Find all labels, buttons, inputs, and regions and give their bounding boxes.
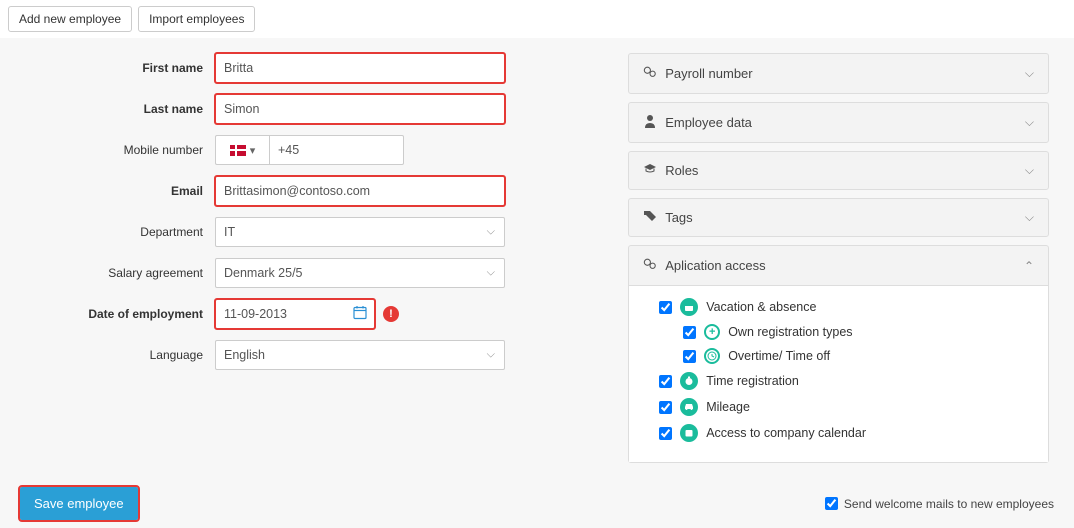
chevron-up-icon: ⌃: [1024, 259, 1034, 273]
panel-access-header[interactable]: Aplication access ⌃: [629, 246, 1048, 285]
calendar-icon[interactable]: [353, 306, 367, 323]
import-employees-button[interactable]: Import employees: [138, 6, 255, 32]
tags-icon: [643, 210, 657, 225]
chevron-down-icon: ⌵: [1025, 210, 1034, 225]
own-reg-checkbox[interactable]: [683, 326, 696, 339]
chevron-down-icon: ⌵: [1025, 115, 1034, 130]
side-panels: Payroll number ⌵ Employee data ⌵ Roles: [628, 53, 1049, 471]
top-toolbar: Add new employee Import employees: [0, 0, 1074, 38]
calendar-round-icon: [680, 298, 698, 316]
salary-label: Salary agreement: [25, 266, 215, 280]
user-icon: [643, 114, 657, 131]
save-employee-button[interactable]: Save employee: [20, 487, 138, 520]
department-label: Department: [25, 225, 215, 239]
panel-roles-label: Roles: [665, 163, 698, 178]
access-item-vacation: Vacation & absence: [659, 298, 1034, 316]
overtime-label: Overtime/ Time off: [728, 349, 830, 363]
graduation-cap-icon: [643, 163, 657, 178]
employee-form: First name Last name Mobile number ▾ Ema…: [25, 53, 588, 471]
panel-tags-header[interactable]: Tags ⌵: [629, 199, 1048, 236]
mileage-checkbox[interactable]: [659, 401, 672, 414]
own-reg-label: Own registration types: [728, 325, 852, 339]
panel-payroll-header[interactable]: Payroll number ⌵: [629, 54, 1048, 93]
panel-roles: Roles ⌵: [628, 151, 1049, 190]
language-select[interactable]: [215, 340, 505, 370]
access-list: Vacation & absence + Own registration ty…: [629, 285, 1048, 462]
panel-access-label: Aplication access: [665, 258, 765, 273]
vacation-checkbox[interactable]: [659, 301, 672, 314]
email-label: Email: [25, 184, 215, 198]
panel-empdata-header[interactable]: Employee data ⌵: [629, 103, 1048, 142]
mileage-label: Mileage: [706, 400, 750, 414]
panel-employee-data: Employee data ⌵: [628, 102, 1049, 143]
warning-icon: !: [383, 306, 399, 322]
overtime-checkbox[interactable]: [683, 350, 696, 363]
footer-bar: Save employee Send welcome mails to new …: [0, 481, 1074, 528]
panel-application-access: Aplication access ⌃ Vacation & absence +…: [628, 245, 1049, 463]
access-item-time-reg: Time registration: [659, 372, 1034, 390]
time-reg-checkbox[interactable]: [659, 375, 672, 388]
calendar-access-label: Access to company calendar: [706, 426, 866, 440]
date-employment-input[interactable]: [215, 299, 375, 329]
time-reg-label: Time registration: [706, 374, 799, 388]
panel-tags-label: Tags: [665, 210, 692, 225]
email-input[interactable]: [215, 176, 505, 206]
access-item-overtime: Overtime/ Time off: [683, 348, 1034, 364]
department-select[interactable]: [215, 217, 505, 247]
country-flag-select[interactable]: ▾: [215, 135, 269, 165]
calendar-access-icon: [680, 424, 698, 442]
welcome-mail-label: Send welcome mails to new employees: [844, 497, 1054, 511]
gears-icon: [643, 257, 657, 274]
access-item-own-reg: + Own registration types: [683, 324, 1034, 340]
panel-empdata-label: Employee data: [665, 115, 752, 130]
access-item-mileage: Mileage: [659, 398, 1034, 416]
clock-circle-icon: [704, 348, 720, 364]
calendar-checkbox[interactable]: [659, 427, 672, 440]
stopwatch-icon: [680, 372, 698, 390]
first-name-input[interactable]: [215, 53, 505, 83]
last-name-input[interactable]: [215, 94, 505, 124]
chevron-down-icon: ⌵: [1025, 163, 1034, 178]
car-icon: [680, 398, 698, 416]
vacation-label: Vacation & absence: [706, 300, 816, 314]
welcome-mail-checkbox[interactable]: [825, 497, 838, 510]
doe-label: Date of employment: [25, 307, 215, 321]
mobile-input[interactable]: [269, 135, 404, 165]
language-label: Language: [25, 348, 215, 362]
panel-payroll-label: Payroll number: [665, 66, 752, 81]
last-name-label: Last name: [25, 102, 215, 116]
access-item-calendar: Access to company calendar: [659, 424, 1034, 442]
chevron-down-icon: ⌵: [1025, 66, 1034, 81]
add-employee-button[interactable]: Add new employee: [8, 6, 132, 32]
gears-icon: [643, 65, 657, 82]
first-name-label: First name: [25, 61, 215, 75]
panel-roles-header[interactable]: Roles ⌵: [629, 152, 1048, 189]
salary-select[interactable]: [215, 258, 505, 288]
mobile-label: Mobile number: [25, 143, 215, 157]
chevron-down-icon: ▾: [250, 144, 256, 157]
denmark-flag-icon: [230, 145, 246, 156]
plus-circle-icon: +: [704, 324, 720, 340]
panel-tags: Tags ⌵: [628, 198, 1049, 237]
panel-payroll: Payroll number ⌵: [628, 53, 1049, 94]
